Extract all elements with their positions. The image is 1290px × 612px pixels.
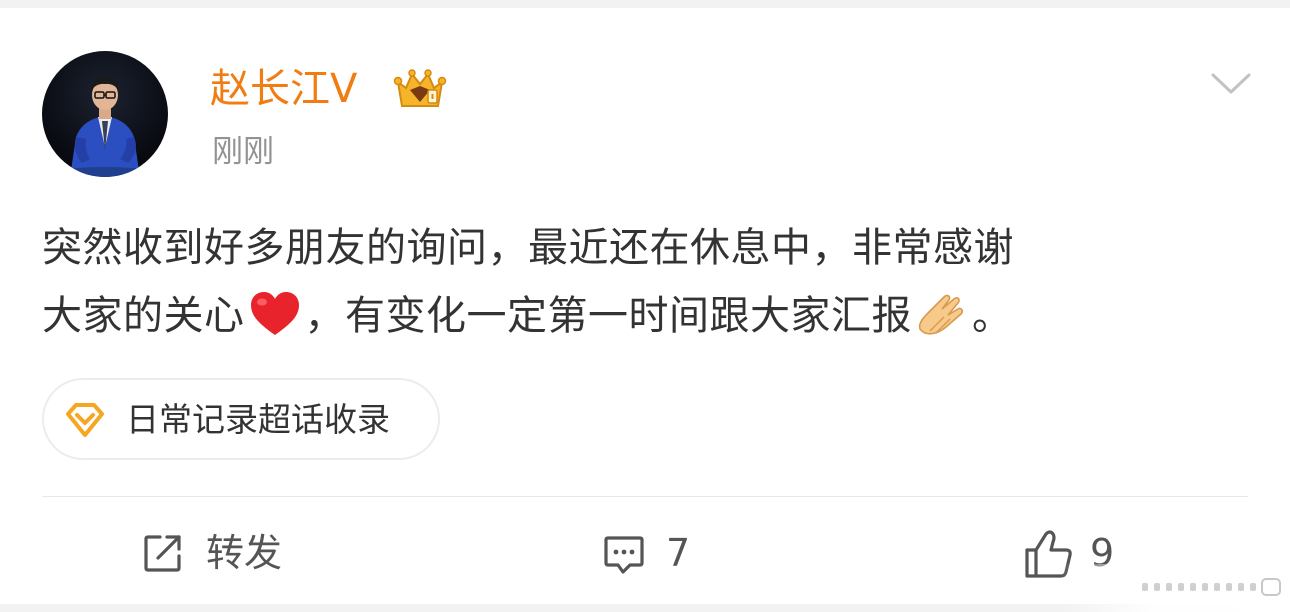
- author-name[interactable]: 赵长江V: [210, 64, 357, 114]
- clap-hands-icon: [914, 289, 970, 339]
- post-text-segment: ，有变化一定第一时间跟大家汇报: [304, 293, 912, 339]
- watermark-icon: [1138, 574, 1284, 600]
- comment-icon: [604, 536, 644, 574]
- post-content: 突然收到好多朋友的询问，最近还在休息中，非常感谢 大家的关心 ，有变化一定第一时间…: [42, 214, 1252, 350]
- post-text-line-2: 大家的关心 ，有变化一定第一时间跟大家汇报 。: [42, 282, 1252, 350]
- post-time: 刚刚: [212, 134, 274, 170]
- post-text-segment: 。: [972, 293, 1013, 339]
- author-name-text: 赵长江: [210, 66, 330, 112]
- post-text-line-1: 突然收到好多朋友的询问，最近还在休息中，非常感谢: [42, 225, 1014, 271]
- weibo-post-card: 赵长江V 刚刚 突然收到好多朋友的询问，最近还在休息中，非常感谢 大家的关心 ，有…: [0, 8, 1290, 612]
- repost-label: 转发: [206, 531, 283, 575]
- crown-vip-icon[interactable]: [392, 66, 448, 112]
- comment-button[interactable]: 7: [600, 518, 710, 588]
- verified-mark: V: [330, 66, 358, 112]
- super-topic-diamond-icon: [64, 401, 106, 439]
- chevron-down-icon[interactable]: [1206, 66, 1256, 100]
- avatar-photo: [55, 77, 155, 177]
- post-text-segment: 大家的关心: [42, 293, 245, 339]
- super-topic-chip[interactable]: 日常记录超话收录: [42, 378, 440, 460]
- avatar[interactable]: [42, 51, 168, 177]
- red-heart-icon: [247, 289, 303, 339]
- comment-count: 7: [666, 531, 691, 575]
- repost-icon: [144, 535, 181, 572]
- super-topic-label: 日常记录超话收录: [126, 400, 390, 439]
- divider: [42, 496, 1248, 497]
- repost-button[interactable]: 转发: [140, 518, 310, 588]
